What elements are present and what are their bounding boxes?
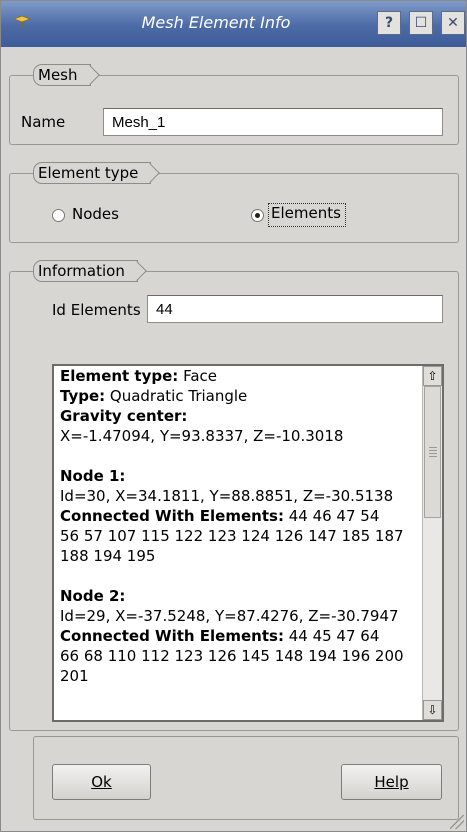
- node-1-connected-line-3: 188 194 195: [60, 547, 156, 565]
- type-value: Quadratic Triangle: [105, 387, 248, 405]
- window-title: Mesh Element Info: [141, 13, 291, 32]
- scroll-up-icon[interactable]: ⇧: [423, 366, 442, 386]
- resize-grip-icon[interactable]: [450, 815, 464, 829]
- mesh-group-title: Mesh: [33, 64, 91, 86]
- nodes-radio[interactable]: [52, 209, 65, 222]
- element-type-label: Element type:: [60, 367, 179, 385]
- node-2-connected-line-2: 66 68 110 112 123 126 145 148 194 196 20…: [60, 647, 404, 665]
- elements-radio-focus: Elements: [268, 203, 346, 227]
- element-type-group-title: Element type: [33, 162, 152, 184]
- node-1-connected: Connected With Elements: 44 46 47 54: [60, 506, 422, 526]
- node-1-connected-label: Connected With Elements:: [60, 507, 284, 525]
- id-elements-label: Id Elements: [52, 301, 141, 319]
- type-line: Type: Quadratic Triangle: [60, 386, 422, 406]
- gravity-center-value: X=-1.47094, Y=93.8337, Z=-10.3018: [60, 427, 344, 445]
- node-2-connected-line-3: 201: [60, 667, 89, 685]
- elements-radio[interactable]: [251, 209, 264, 222]
- nodes-radio-label[interactable]: Nodes: [72, 205, 119, 223]
- help-icon[interactable]: ?: [377, 11, 401, 35]
- node-1-connected-first: 44 46 47 54: [283, 507, 380, 525]
- scroll-grip-icon: [429, 447, 437, 457]
- name-label: Name: [21, 113, 66, 131]
- node-2-connected-label: Connected With Elements:: [60, 627, 284, 645]
- vertical-scrollbar[interactable]: ⇧ ⇩: [422, 366, 442, 720]
- node-1-title: Node 1:: [60, 467, 126, 485]
- mesh-element-info-dialog: Mesh Element Info ? ☐ ✕ Mesh Name Elemen…: [0, 0, 467, 832]
- scroll-thumb[interactable]: [424, 386, 441, 518]
- node-1-connected-line-2: 56 57 107 115 122 123 124 126 147 185 18…: [60, 527, 404, 545]
- node-2-connected: Connected With Elements: 44 45 47 64: [60, 626, 422, 646]
- ok-button-label: Ok: [91, 773, 112, 791]
- title-bar[interactable]: Mesh Element Info ? ☐ ✕: [1, 1, 466, 47]
- node-2-coords: Id=29, X=-37.5248, Y=87.4276, Z=-30.7947: [60, 607, 399, 625]
- element-info-text[interactable]: Element type: Face Type: Quadratic Trian…: [52, 364, 444, 722]
- element-type-value: Face: [178, 367, 217, 385]
- ok-button[interactable]: Ok: [52, 764, 151, 800]
- information-group-title: Information: [33, 260, 138, 282]
- maximize-icon[interactable]: ☐: [409, 11, 433, 35]
- close-icon[interactable]: ✕: [441, 11, 465, 35]
- id-elements-field[interactable]: [147, 295, 443, 323]
- gravity-center-label: Gravity center:: [60, 407, 188, 425]
- info-content: Element type: Face Type: Quadratic Trian…: [60, 366, 422, 686]
- node-2-title: Node 2:: [60, 587, 126, 605]
- node-1-coords: Id=30, X=34.1811, Y=88.8851, Z=-30.5138: [60, 487, 394, 505]
- scroll-down-icon[interactable]: ⇩: [423, 700, 442, 720]
- element-type-line: Element type: Face: [60, 366, 422, 386]
- type-label: Type:: [60, 387, 106, 405]
- help-button-label: Help: [374, 773, 409, 791]
- help-button[interactable]: Help: [341, 764, 442, 800]
- mesh-name-field[interactable]: [103, 108, 443, 136]
- app-icon: [13, 15, 31, 28]
- elements-radio-label[interactable]: Elements: [271, 204, 341, 222]
- node-2-connected-first: 44 45 47 64: [283, 627, 380, 645]
